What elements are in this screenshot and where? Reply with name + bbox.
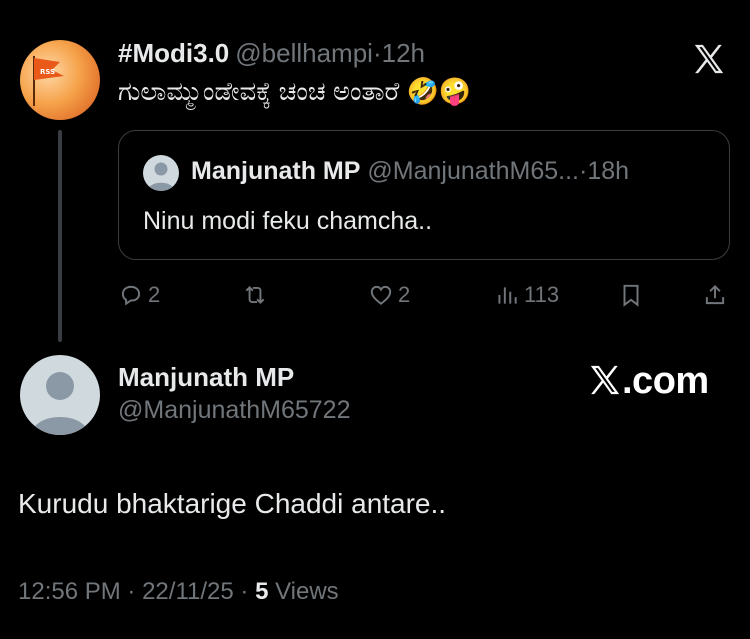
tweet-views-count: 5 xyxy=(255,578,269,605)
watermark-suffix: .com xyxy=(622,360,709,402)
bookmark-icon xyxy=(623,284,639,307)
parent-handle[interactable]: @bellhampi xyxy=(235,38,373,68)
parent-tweet-header: #Modi3.0 @bellhampi·12h xyxy=(118,38,425,69)
reply-author-avatar[interactable] xyxy=(20,355,100,435)
avatar-badge: RSS xyxy=(40,68,55,76)
like-count: 2 xyxy=(398,282,411,307)
tweet-time[interactable]: 12:56 PM xyxy=(18,578,121,605)
parent-display-name[interactable]: #Modi3.0 xyxy=(118,38,229,68)
parent-text: ಗುಲಾಮ್ಮುಂಡೇವಕ್ಕೆ ಚಂಚ ಅಂತಾರೆ xyxy=(118,76,400,106)
x-logo-icon xyxy=(694,44,724,74)
separator-dot: · xyxy=(372,38,382,68)
separator-dot: · xyxy=(127,578,136,605)
quoted-avatar[interactable] xyxy=(143,155,179,191)
x-logo-icon xyxy=(590,365,620,395)
quoted-time[interactable]: 18h xyxy=(587,157,629,185)
parent-time[interactable]: 12h xyxy=(382,38,425,68)
quoted-tweet-text: Ninu modi feku chamcha.. xyxy=(143,207,433,235)
default-avatar-icon xyxy=(32,372,88,435)
tweet-meta: 12:56 PM · 22/11/25 · 5 Views xyxy=(18,578,339,606)
reply-author-name[interactable]: Manjunath MP xyxy=(118,362,294,393)
quoted-handle[interactable]: @ManjunathM65... xyxy=(367,157,579,185)
parent-avatar[interactable]: RSS xyxy=(20,40,100,120)
separator-dot: · xyxy=(240,578,249,605)
views-bar-icon xyxy=(498,287,517,304)
x-com-watermark: .com xyxy=(588,360,709,403)
like-button[interactable]: 2 xyxy=(368,280,410,310)
reply-count: 2 xyxy=(148,282,161,307)
reply-icon xyxy=(121,285,141,306)
bookmark-button[interactable] xyxy=(618,280,644,310)
quoted-display-name[interactable]: Manjunath MP xyxy=(191,157,360,185)
share-icon xyxy=(705,284,725,305)
quoted-tweet-card[interactable]: Manjunath MP @ManjunathM65...·18h Ninu m… xyxy=(118,130,730,260)
share-button[interactable] xyxy=(702,280,728,310)
retweet-button[interactable] xyxy=(242,280,272,310)
retweet-icon xyxy=(245,286,265,304)
parent-tweet-text: ಗುಲಾಮ್ಮುಂಡೇವಕ್ಕೆ ಚಂಚ ಅಂತಾರೆ 🤣🤪 xyxy=(118,76,471,108)
parent-emojis: 🤣🤪 xyxy=(406,76,472,106)
reply-button[interactable]: 2 xyxy=(118,280,160,310)
reply-author-handle[interactable]: @ManjunathM65722 xyxy=(118,396,350,425)
saffron-flag-icon: RSS xyxy=(33,56,64,106)
views-count: 113 xyxy=(524,282,560,307)
heart-icon xyxy=(370,285,392,305)
quoted-tweet-header: Manjunath MP @ManjunathM65...·18h xyxy=(191,157,629,186)
tweet-date[interactable]: 22/11/25 xyxy=(142,578,234,605)
tweet-views-label: Views xyxy=(275,578,339,605)
views-button[interactable]: 113 xyxy=(494,280,559,310)
default-avatar-icon xyxy=(148,162,174,191)
thread-connector-line xyxy=(58,130,62,342)
reply-tweet-text: Kurudu bhaktarige Chaddi antare.. xyxy=(18,488,447,519)
